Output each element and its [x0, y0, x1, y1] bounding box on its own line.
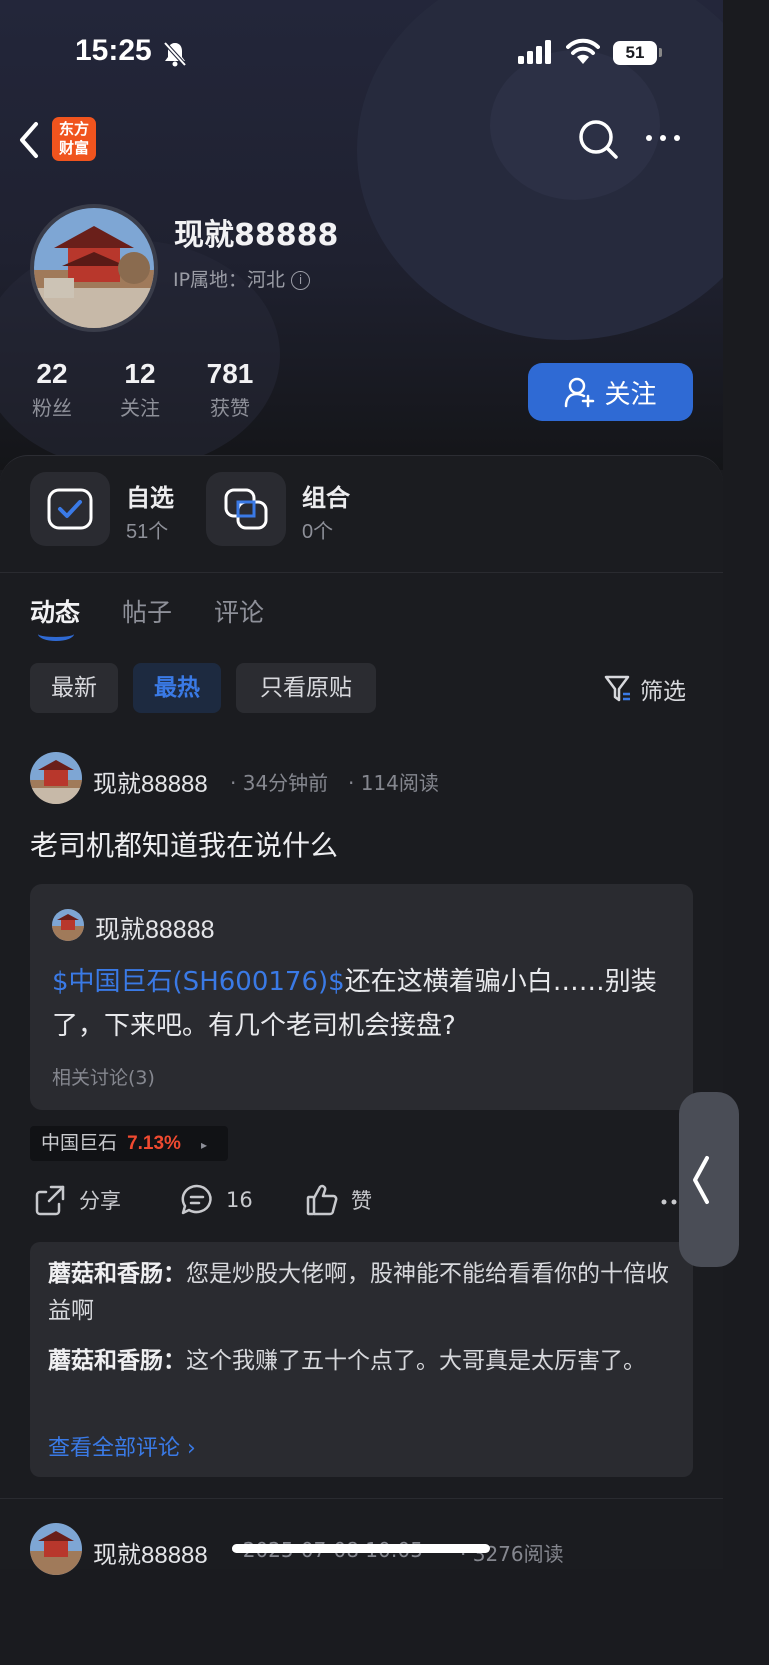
comment-button[interactable]: 16: [180, 1183, 253, 1217]
post-avatar[interactable]: [30, 752, 82, 804]
battery-icon: 51: [613, 41, 657, 65]
bell-muted-icon: [163, 41, 187, 67]
stat-value: 22: [36, 358, 68, 389]
post-reads: · 114阅读: [348, 771, 439, 795]
like-button[interactable]: 赞: [305, 1183, 372, 1217]
comment-separator: ：: [163, 1348, 186, 1374]
avatar-image: [30, 1523, 82, 1575]
post-author[interactable]: 现就88888: [93, 764, 208, 799]
post-title[interactable]: 老司机都知道我在说什么: [30, 824, 338, 864]
tab-indicator: [38, 627, 74, 641]
avatar-image: [34, 208, 154, 328]
filter-icon: [604, 675, 630, 702]
post-time: · 34分钟前: [230, 771, 329, 795]
ip-location-text: IP属地：河北: [173, 269, 286, 291]
quote-body: $中国巨石(SH600176)$还在这横着骗小白……别装了，下来吧。有几个老司机…: [52, 960, 672, 1048]
add-user-icon: [565, 377, 595, 408]
thumbs-up-icon: [306, 1184, 338, 1216]
side-drawer-handle[interactable]: [679, 1092, 739, 1267]
comment-separator: ：: [163, 1261, 186, 1287]
chip-original-only[interactable]: 只看原贴: [236, 663, 376, 713]
checkbox-icon: [47, 488, 93, 530]
logo-text-line1: 东方: [58, 120, 89, 138]
app-logo: 东方 财富: [52, 117, 96, 161]
quote-avatar: [52, 909, 84, 941]
battery-cap: [659, 48, 662, 57]
stock-tag[interactable]: 中国巨石 7.13% ▸: [30, 1126, 228, 1161]
chip-hot[interactable]: 最热: [133, 663, 221, 713]
status-bar: 15:25 51: [0, 0, 723, 100]
stat-label: 获赞: [210, 396, 250, 420]
comment-user[interactable]: 蘑菇和香肠: [48, 1348, 163, 1374]
portfolio-title[interactable]: 组合: [302, 478, 350, 513]
stat-fans[interactable]: 22 粉丝: [30, 358, 74, 421]
stat-value: 12: [124, 358, 156, 389]
home-indicator[interactable]: [232, 1544, 490, 1553]
search-icon[interactable]: [577, 118, 619, 160]
divider: [0, 1498, 723, 1499]
stat-label: 关注: [120, 396, 160, 420]
tab-posts[interactable]: 帖子: [122, 593, 172, 629]
comment-item[interactable]: 蘑菇和香肠：您是炒股大佬啊，股神能不能给看看你的十倍收益啊: [48, 1256, 676, 1330]
stat-likes[interactable]: 781 获赞: [204, 358, 256, 421]
like-label: 赞: [351, 1189, 372, 1213]
comment-user[interactable]: 蘑菇和香肠: [48, 1261, 163, 1287]
comment-text: 这个我赚了五十个点了。大哥真是太厉害了。: [186, 1348, 646, 1374]
watchlist-tile[interactable]: [30, 472, 110, 546]
avatar-image: [52, 909, 84, 941]
ip-location: IP属地：河北 i: [173, 265, 311, 292]
back-icon[interactable]: [16, 120, 44, 160]
comment-item[interactable]: 蘑菇和香肠：这个我赚了五十个点了。大哥真是太厉害了。: [48, 1343, 676, 1380]
chevron-left-icon: [693, 1156, 709, 1204]
share-icon: [35, 1185, 65, 1216]
signal-icon: [518, 40, 551, 64]
filter-button[interactable]: 筛选: [604, 672, 686, 706]
post-author[interactable]: 现就88888: [93, 1535, 208, 1570]
logo-text-line2: 财富: [58, 139, 89, 157]
stock-name: 中国巨石: [41, 1132, 118, 1154]
comment-icon: [181, 1184, 212, 1215]
portfolio-tile[interactable]: [206, 472, 286, 546]
watchlist-count: 51个: [126, 521, 169, 543]
status-time: 15:25: [75, 34, 152, 67]
chip-latest[interactable]: 最新: [30, 663, 118, 713]
divider: [0, 572, 723, 573]
more-icon[interactable]: [660, 1198, 680, 1206]
portfolio-count: 0个: [302, 521, 334, 543]
share-button[interactable]: 分享: [33, 1183, 121, 1217]
comment-count: 16: [226, 1188, 253, 1212]
quote-author[interactable]: 现就88888: [95, 910, 215, 946]
tab-activity[interactable]: 动态: [30, 593, 80, 629]
follow-button[interactable]: 关注: [528, 363, 693, 421]
overlap-squares-icon: [224, 488, 268, 530]
stock-change: 7.13%: [127, 1133, 181, 1154]
filter-label: 筛选: [640, 679, 686, 705]
stat-value: 781: [206, 358, 254, 389]
stock-link[interactable]: $中国巨石(SH600176)$: [52, 967, 345, 997]
info-icon[interactable]: i: [291, 271, 311, 290]
more-icon[interactable]: [645, 134, 681, 142]
chevron-right-icon: ▸: [200, 1138, 208, 1152]
share-label: 分享: [79, 1189, 121, 1213]
follow-label: 关注: [604, 379, 657, 410]
tab-comments[interactable]: 评论: [214, 593, 264, 629]
profile-username: 现就88888: [174, 218, 339, 253]
stat-label: 粉丝: [32, 396, 72, 420]
wifi-icon: [566, 38, 600, 64]
post-avatar[interactable]: [30, 1523, 82, 1575]
watchlist-title[interactable]: 自选: [126, 478, 174, 513]
view-all-comments-link[interactable]: 查看全部评论 ›: [48, 1430, 196, 1462]
related-discussion[interactable]: 相关讨论(3): [52, 1063, 155, 1090]
avatar-image: [30, 752, 82, 804]
stat-following[interactable]: 12 关注: [118, 358, 162, 421]
avatar[interactable]: [30, 204, 158, 332]
